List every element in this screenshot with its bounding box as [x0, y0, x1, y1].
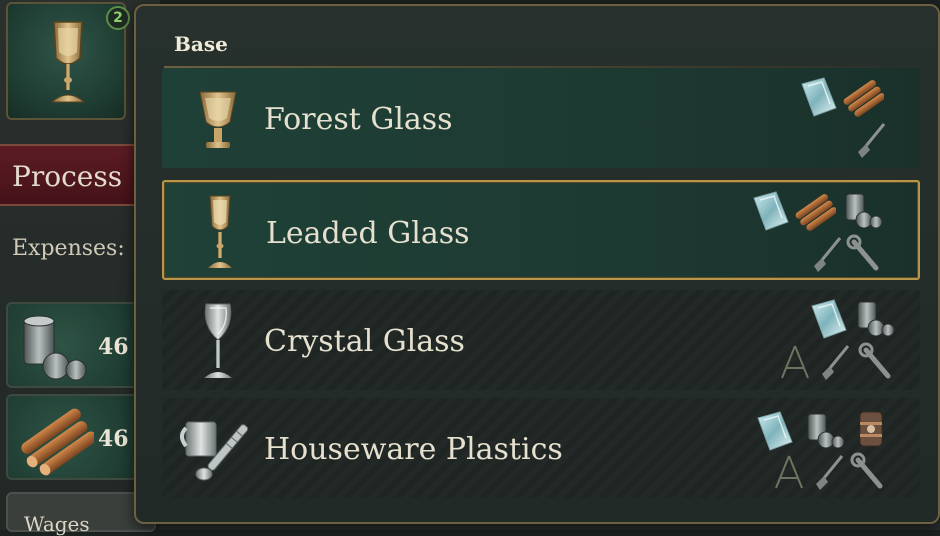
wrench-icon — [846, 234, 879, 271]
expense-value: 46 — [98, 334, 129, 360]
recipe-count-badge: 2 — [106, 6, 130, 30]
wine-glass-icon — [208, 195, 232, 268]
compass-icon — [781, 345, 809, 379]
wood-icon — [843, 80, 884, 117]
dropdown-title: Base — [174, 32, 228, 56]
wrench-icon — [850, 452, 883, 489]
lead-icon — [857, 301, 895, 337]
glass-icon — [757, 411, 793, 451]
option-leaded-glass[interactable]: Leaded Glass — [162, 180, 920, 280]
glass-icon — [753, 191, 789, 231]
option-houseware-plastics[interactable]: Houseware Plastics — [162, 398, 920, 498]
crystal-wine-glass-icon — [204, 303, 232, 378]
option-label: Crystal Glass — [264, 324, 465, 359]
mug-spoon-icon — [180, 421, 249, 481]
input-goods — [756, 76, 906, 162]
wood-icon — [795, 194, 836, 231]
wood-logs-icon — [21, 408, 94, 476]
glass-icon — [811, 299, 847, 339]
expenses-label: Expenses: — [12, 236, 125, 261]
input-goods — [744, 190, 904, 276]
input-goods — [746, 406, 906, 492]
lead-icon — [807, 413, 845, 449]
building-card[interactable]: 2 — [6, 2, 130, 120]
wine-glass-icon — [50, 21, 86, 103]
expense-item-iron[interactable]: 46 — [6, 302, 146, 388]
option-label: Houseware Plastics — [264, 432, 563, 467]
tab-process[interactable]: Process — [0, 144, 140, 206]
expense-item-wood[interactable]: 46 — [6, 394, 146, 480]
production-method-dropdown: Base Forest Glass Leaded Glass Crystal G… — [134, 4, 940, 524]
shovel-icon — [822, 345, 850, 380]
process-tab-label: Process — [12, 160, 123, 193]
wrench-icon — [858, 342, 891, 379]
iron-ingots-icon — [23, 315, 87, 381]
option-label: Leaded Glass — [266, 216, 470, 251]
input-goods — [756, 298, 906, 384]
wages-label: Wages — [24, 512, 90, 536]
oil-drum-icon — [859, 411, 883, 447]
shovel-icon — [814, 237, 842, 272]
option-label: Forest Glass — [264, 102, 453, 137]
glass-icon — [801, 77, 837, 117]
option-forest-glass[interactable]: Forest Glass — [162, 68, 920, 168]
shovel-icon — [816, 455, 844, 490]
shovel-icon — [858, 123, 886, 158]
lead-icon — [845, 193, 883, 229]
expense-value: 46 — [98, 426, 129, 452]
glass-goblet-icon — [199, 91, 237, 148]
compass-icon — [775, 455, 803, 489]
option-crystal-glass[interactable]: Crystal Glass — [162, 290, 920, 390]
